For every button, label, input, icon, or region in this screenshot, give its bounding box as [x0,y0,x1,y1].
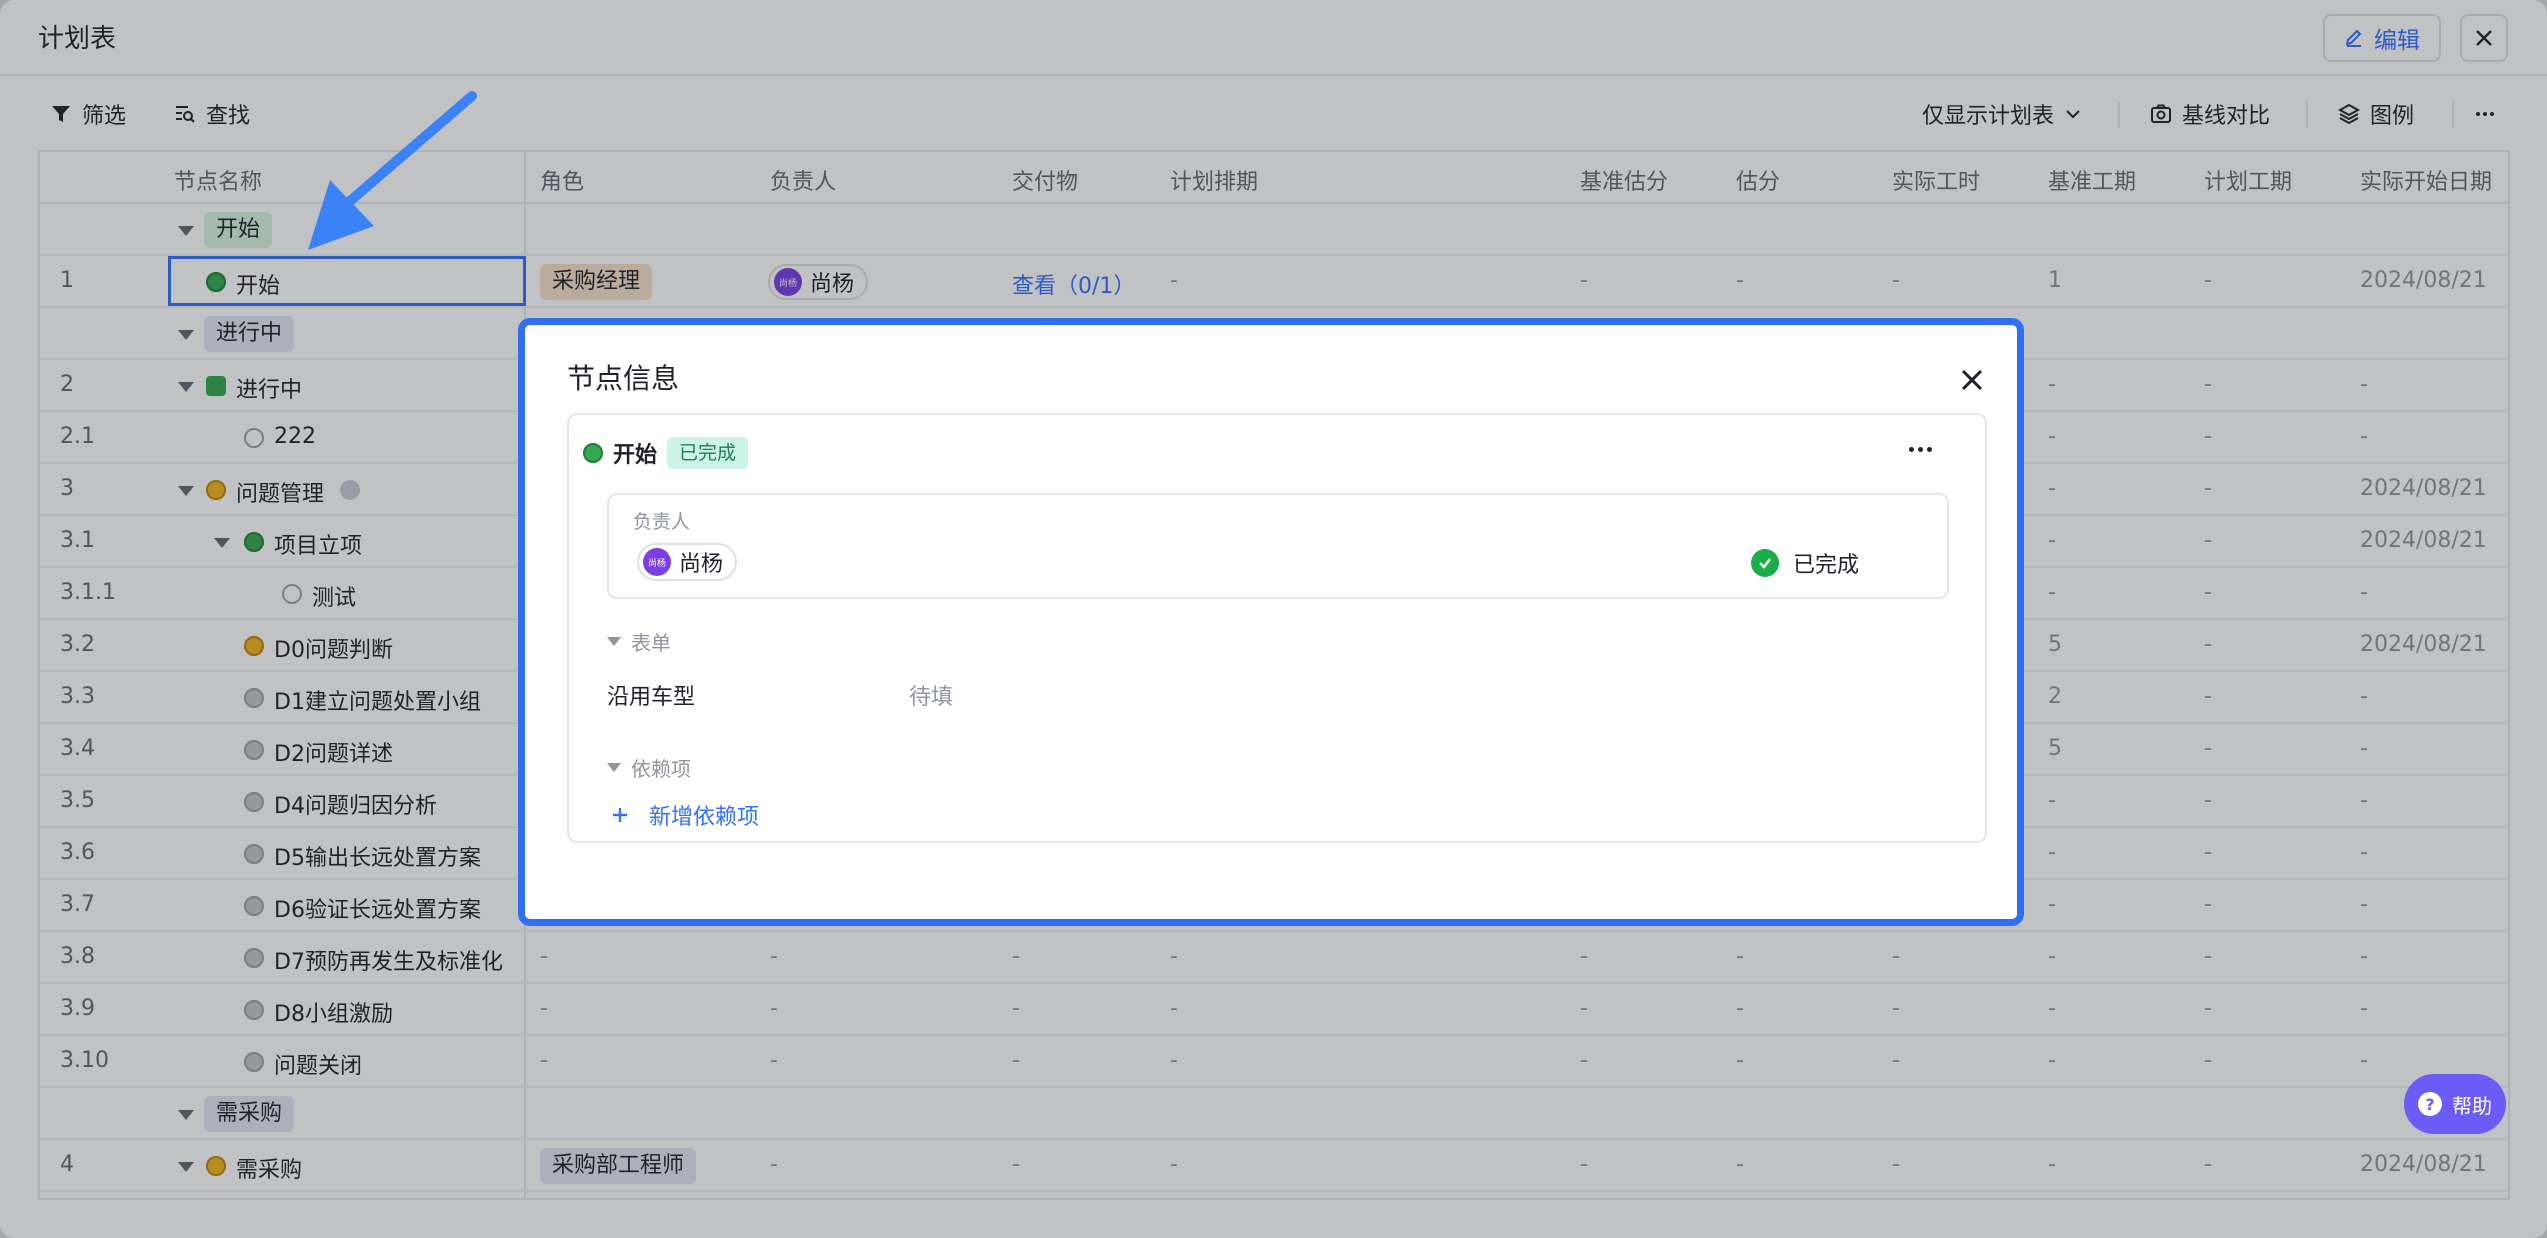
node-card: 开始 已完成 负责人 尚杨 尚杨 已完成 表单 沿用车型 待填 依赖项 新增依赖… [567,413,1987,843]
form-section-toggle[interactable]: 表单 [607,627,671,656]
node-info-modal: 节点信息 开始 已完成 负责人 尚杨 尚杨 已完成 表单 沿用车型 待填 依赖项… [518,318,2024,926]
owner-name: 尚杨 [679,552,724,577]
caret-down-icon [607,763,621,772]
close-icon[interactable] [1957,365,1987,395]
more-icon[interactable] [1909,447,1932,452]
owner-label: 负责人 [633,511,691,533]
help-label: 帮助 [2452,1093,2492,1118]
form-field-value[interactable]: 待填 [909,679,953,711]
deps-section-label: 依赖项 [631,757,691,781]
help-icon: ? [2418,1092,2442,1116]
node-name: 开始 [613,443,658,468]
plus-icon [613,808,627,822]
owner-status[interactable]: 已完成 [1751,547,1859,579]
deps-section-toggle[interactable]: 依赖项 [607,753,691,782]
add-dependency-button[interactable]: 新增依赖项 [611,799,759,831]
add-dependency-label: 新增依赖项 [649,805,760,830]
owner-status-label: 已完成 [1793,553,1860,578]
check-circle-icon [1751,549,1779,577]
owner-section: 负责人 尚杨 尚杨 已完成 [607,493,1949,599]
form-section-label: 表单 [631,631,671,655]
owner-pill[interactable]: 尚杨 尚杨 [637,543,738,581]
status-done-icon [583,443,603,463]
node-header: 开始 已完成 [583,437,749,469]
caret-down-icon [607,637,621,646]
annotation-arrow-icon [308,91,477,250]
modal-title: 节点信息 [567,362,680,395]
status-badge: 已完成 [667,437,749,469]
avatar: 尚杨 [643,548,671,576]
form-field-label: 沿用车型 [607,685,696,710]
help-button[interactable]: ? 帮助 [2404,1074,2506,1134]
